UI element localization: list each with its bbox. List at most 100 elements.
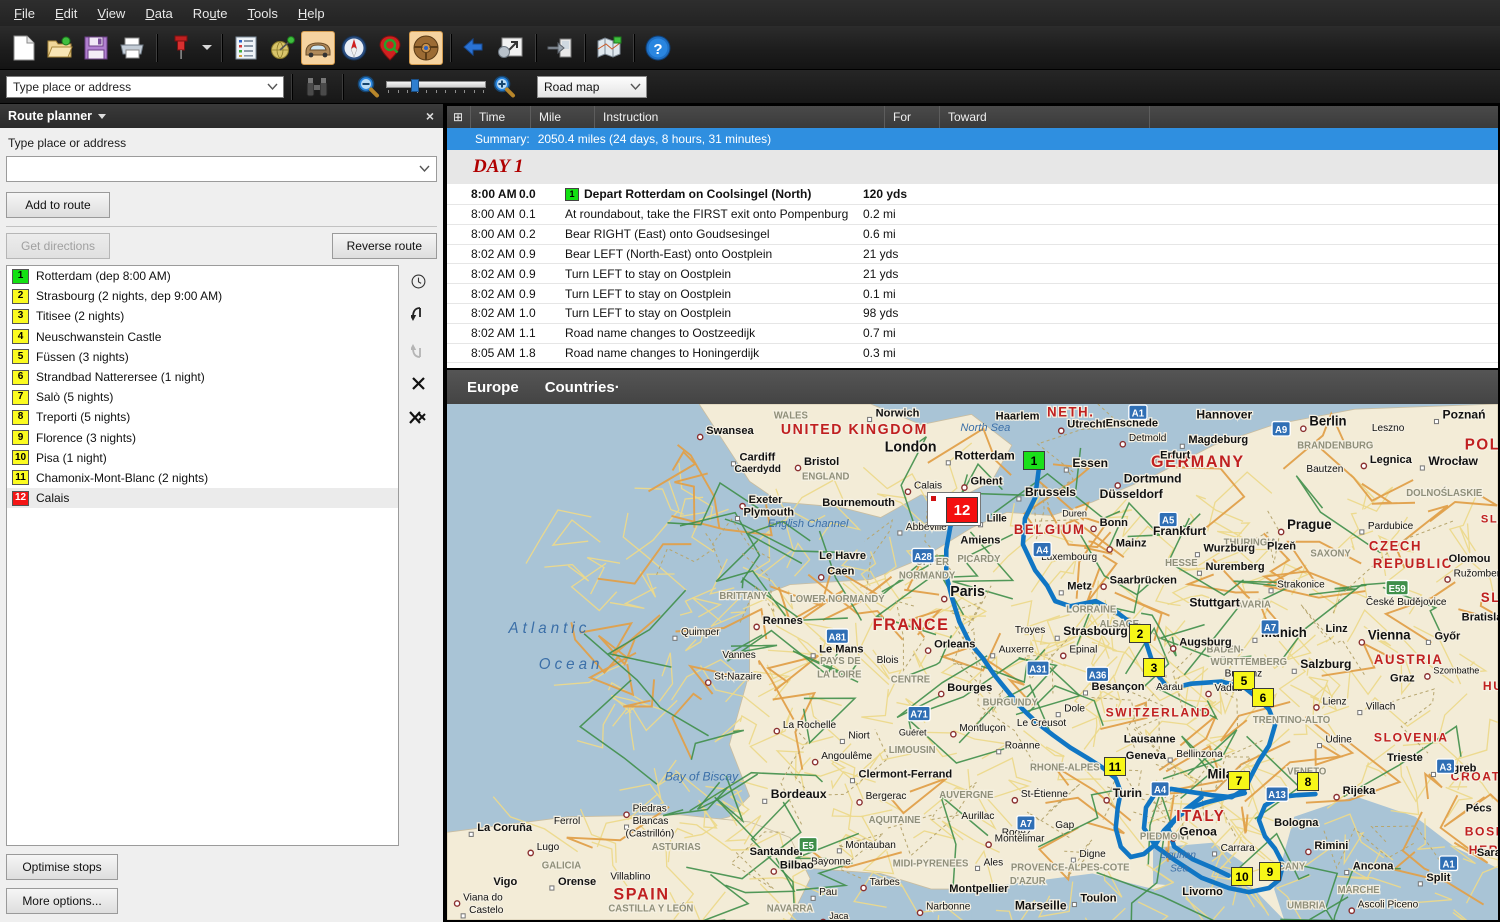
map-region-label[interactable]: UMBRIA [1286, 899, 1327, 913]
menu-item-file[interactable]: File [4, 3, 45, 24]
map-region-label[interactable]: NAVARRA [766, 902, 815, 916]
map-city-label[interactable]: Pardubice [1367, 520, 1415, 534]
map-region-label[interactable]: LOWER NORMANDY [789, 593, 887, 607]
chevron-down-icon[interactable] [412, 165, 436, 173]
map-city-label[interactable]: Troyes [1014, 624, 1047, 638]
city-marker[interactable] [1054, 635, 1060, 641]
shield-label[interactable]: E59 [1389, 584, 1407, 595]
map-region-label[interactable]: WALES [773, 409, 810, 423]
delete-all-stops-icon[interactable] [407, 407, 429, 427]
delete-stop-icon[interactable] [407, 373, 429, 393]
map-city-label[interactable]: Detmold [1128, 432, 1168, 446]
map-city-label[interactable]: Lille [985, 512, 1008, 526]
map-city-label[interactable]: Montluçon [958, 722, 1007, 736]
open-folder-icon[interactable] [43, 31, 77, 65]
map-city-label[interactable]: Mainz [1115, 536, 1149, 551]
menu-item-edit[interactable]: Edit [45, 3, 87, 24]
shield-label[interactable]: A13 [1268, 790, 1286, 801]
map-city-label[interactable]: Vannes [721, 649, 757, 663]
list-item[interactable]: 10 Pisa (1 night) [7, 448, 398, 468]
city-marker[interactable] [1425, 639, 1431, 645]
map-water-label[interactable]: Atlantic [508, 620, 591, 637]
city-marker[interactable] [1082, 690, 1088, 696]
city-marker[interactable] [794, 464, 802, 472]
new-file-icon[interactable] [7, 31, 41, 65]
map-city-label[interactable]: Nuremberg [1204, 560, 1266, 575]
map-city-label[interactable]: Wrocław [1427, 453, 1479, 470]
motorway-shield[interactable]: A31 [1026, 660, 1050, 677]
city-marker[interactable] [820, 918, 826, 920]
city-marker[interactable] [460, 913, 466, 919]
reverse-route-button[interactable]: Reverse route [331, 233, 437, 259]
map-city-label[interactable]: České Budějovice [1365, 594, 1448, 610]
list-item[interactable]: 1 Rotterdam (dep 8:00 AM) [7, 266, 398, 286]
map-city-label[interactable]: Livorno [1181, 885, 1224, 900]
city-marker[interactable] [1196, 570, 1202, 576]
map-city-label[interactable]: Villablino [609, 870, 652, 884]
map-city-label[interactable]: Piedras [631, 802, 668, 816]
map-region-label[interactable]: GALICIA [541, 859, 583, 873]
back-arrow-icon[interactable] [458, 31, 492, 65]
shield-label[interactable]: A28 [914, 552, 932, 563]
map-city-label[interactable]: Graz [1389, 671, 1416, 686]
shield-label[interactable]: A4 [1154, 785, 1167, 796]
map-city-label[interactable]: Clermont-Ferrand [857, 767, 953, 782]
map-city-label[interactable]: Ferrol [553, 815, 582, 829]
city-marker[interactable] [810, 895, 816, 901]
map-water-label[interactable]: North Sea [960, 422, 1010, 434]
map-water-label[interactable]: Ligurian [1160, 850, 1196, 861]
map-city-label[interactable]: Exeter [747, 493, 784, 508]
map-city-label[interactable]: London [884, 438, 938, 457]
map-country-label[interactable]: SLO [1480, 589, 1498, 607]
map-city-label[interactable]: Ružomber [1452, 567, 1498, 581]
map-city-label[interactable]: La Rochelle [782, 719, 838, 733]
map-region-label[interactable]: SAXONY [1309, 547, 1352, 561]
map-region-label[interactable]: PAYS DE [819, 655, 862, 669]
map-city-label[interactable]: Genoa [1178, 823, 1218, 840]
map-country-label[interactable]: SPAIN [612, 884, 669, 905]
waypoint-marker-11[interactable]: 11 [1104, 757, 1126, 776]
map-city-label[interactable]: Bilbao [779, 858, 815, 873]
waypoint-marker-3[interactable]: 3 [1143, 658, 1165, 677]
map-region-label[interactable]: BRITTANY [718, 590, 769, 604]
more-options-button[interactable]: More options... [6, 888, 118, 914]
map-region-label[interactable]: AUVERGNE [938, 789, 995, 803]
map-country-label[interactable]: CZECH [1368, 537, 1422, 555]
map-city-label[interactable]: Trieste [1386, 751, 1424, 766]
city-marker[interactable] [1359, 529, 1365, 535]
magnifier-pin-icon[interactable] [373, 31, 407, 65]
optimise-stops-button[interactable]: Optimise stops [6, 854, 118, 880]
motorway-shield[interactable]: A13 [1265, 786, 1289, 802]
map-city-label[interactable]: Niort [847, 729, 871, 743]
map-city-label[interactable]: Swansea [705, 424, 756, 439]
city-marker[interactable] [1063, 467, 1069, 473]
city-marker[interactable] [1358, 638, 1366, 646]
map-city-label[interactable]: Brussels [1024, 483, 1078, 500]
city-marker[interactable] [856, 798, 863, 806]
map-city-label[interactable]: Le Mans [818, 642, 865, 657]
map-city-label[interactable]: Strakonice [1276, 578, 1326, 592]
map-city-label[interactable]: Bratisla [1460, 610, 1498, 625]
map-city-label[interactable]: Metz [1066, 579, 1093, 594]
map-country-label[interactable]: BELGIUM [1013, 521, 1086, 539]
map-city-label[interactable]: Orleans [933, 637, 977, 652]
map-city-label[interactable]: Geneva [1125, 749, 1168, 764]
map-city-label[interactable]: Viana do [462, 891, 504, 905]
motorway-shield[interactable]: A3 [1435, 758, 1456, 775]
map-city-label[interactable]: Bournemouth [821, 496, 896, 511]
city-marker[interactable] [1268, 588, 1274, 594]
tab-europe[interactable]: Europe [467, 379, 519, 396]
map-country-label[interactable]: ITALY [1175, 807, 1225, 827]
table-row[interactable]: 8:02 AM 1.1 Road name changes to Oostzeedi… [447, 324, 1498, 344]
city-marker[interactable] [1291, 668, 1297, 674]
map-region-label[interactable]: ASTURIAS [651, 841, 703, 855]
map-country-label[interactable]: POL [1463, 435, 1498, 455]
map-city-label[interactable]: Split [1425, 870, 1452, 885]
list-item[interactable]: 9 Florence (3 nights) [7, 428, 398, 448]
map-region-label[interactable]: DOLNOŚLASKIE [1405, 486, 1484, 501]
map-city-label[interactable]: Santander [748, 845, 805, 860]
waypoint-marker-6[interactable]: 6 [1252, 688, 1274, 707]
column-time[interactable]: Time [471, 106, 531, 128]
motorway-shield[interactable]: A36 [1085, 666, 1110, 683]
map-city-label[interactable]: Caen [826, 564, 856, 579]
